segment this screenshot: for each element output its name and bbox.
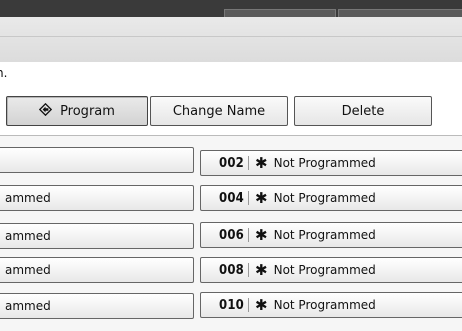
slot-separator (248, 263, 250, 277)
slot-status: Not Programmed (273, 191, 376, 205)
change-name-button-label: Change Name (172, 103, 266, 119)
not-programmed-asterisk-icon: ✱ (255, 295, 268, 314)
program-button[interactable]: Program (6, 96, 148, 126)
slot-status: Not Programmed (273, 228, 376, 242)
program-slot-008[interactable]: 008 ✱ Not Programmed (200, 257, 462, 283)
slot-number: 008 (219, 262, 245, 278)
top-bar (0, 0, 462, 18)
slot-status: Not Programmed (273, 156, 376, 170)
not-programmed-asterisk-icon: ✱ (255, 188, 268, 207)
slot-number: 002 (219, 155, 245, 171)
slot-status: Not Programmed (273, 298, 376, 312)
program-slot-004[interactable]: 004 ✱ Not Programmed (200, 185, 462, 211)
program-slot-left-3[interactable]: ammed (0, 223, 194, 249)
delete-button-label: Delete (341, 103, 385, 119)
slot-separator (248, 156, 250, 170)
message-text: n. (0, 66, 8, 80)
not-programmed-asterisk-icon: ✱ (255, 153, 268, 172)
slot-label: ammed (5, 229, 51, 243)
slot-number: 006 (219, 227, 245, 243)
program-slot-left-2[interactable]: ammed (0, 185, 194, 211)
program-button-label: Program (60, 103, 115, 119)
program-slot-002[interactable]: 002 ✱ Not Programmed (200, 150, 462, 176)
program-slot-left-1[interactable] (0, 147, 194, 173)
program-slot-006[interactable]: 006 ✱ Not Programmed (200, 222, 462, 248)
change-name-button[interactable]: Change Name (150, 96, 288, 126)
slot-label: ammed (5, 263, 51, 277)
slot-label: ammed (5, 299, 51, 313)
header-band (0, 17, 462, 63)
delete-button[interactable]: Delete (294, 96, 432, 126)
slot-number: 004 (219, 190, 245, 206)
program-diamond-icon (38, 102, 53, 119)
slot-label: ammed (5, 191, 51, 205)
slot-separator (248, 298, 250, 312)
slot-number: 010 (219, 297, 245, 313)
slot-separator (248, 228, 250, 242)
program-slot-left-5[interactable]: ammed (0, 293, 194, 319)
program-slot-010[interactable]: 010 ✱ Not Programmed (200, 292, 462, 318)
header-divider (0, 36, 462, 37)
slot-status: Not Programmed (273, 263, 376, 277)
not-programmed-asterisk-icon: ✱ (255, 225, 268, 244)
program-slot-left-4[interactable]: ammed (0, 257, 194, 283)
not-programmed-asterisk-icon: ✱ (255, 260, 268, 279)
slot-separator (248, 191, 250, 205)
